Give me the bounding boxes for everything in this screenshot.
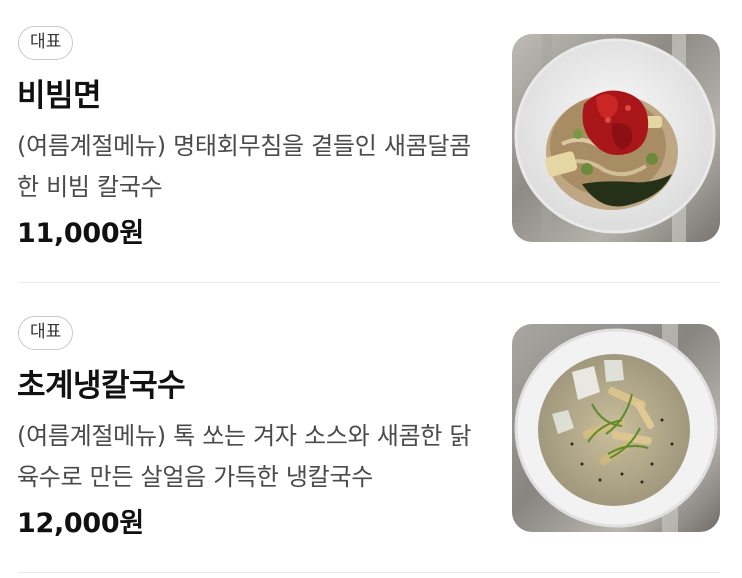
menu-item-name: 초계냉칼국수 (17, 368, 186, 404)
menu-list: 대표 비빔면 (여름계절메뉴) 명태회무침을 곁들인 새콤달콤한 비빔 칼국수 … (0, 0, 742, 578)
menu-item-bibimmyeon[interactable]: 대표 비빔면 (여름계절메뉴) 명태회무침을 곁들인 새콤달콤한 비빔 칼국수 … (0, 0, 742, 290)
menu-item-photo[interactable] (512, 324, 720, 532)
menu-item-price: 12,000원 (17, 508, 144, 539)
item-divider (18, 572, 720, 573)
menu-item-description: (여름계절메뉴) 톡 쏘는 겨자 소스와 새콤한 닭육수로 만든 살얼음 가득한… (17, 422, 472, 491)
signature-badge: 대표 (18, 26, 74, 60)
bibim-noodle-bowl-image (512, 34, 720, 242)
menu-item-chogye-naengkalguksu[interactable]: 대표 초계냉칼국수 (여름계절메뉴) 톡 쏘는 겨자 소스와 새콤한 닭육수로 … (0, 290, 742, 578)
menu-item-photo[interactable] (512, 34, 720, 242)
signature-badge: 대표 (18, 316, 74, 350)
menu-item-name: 비빔면 (17, 78, 102, 114)
menu-item-price: 11,000원 (17, 218, 144, 249)
chogye-cold-noodle-bowl-image (512, 324, 720, 532)
item-divider (18, 282, 720, 283)
menu-item-description: (여름계절메뉴) 명태회무침을 곁들인 새콤달콤한 비빔 칼국수 (17, 132, 471, 201)
